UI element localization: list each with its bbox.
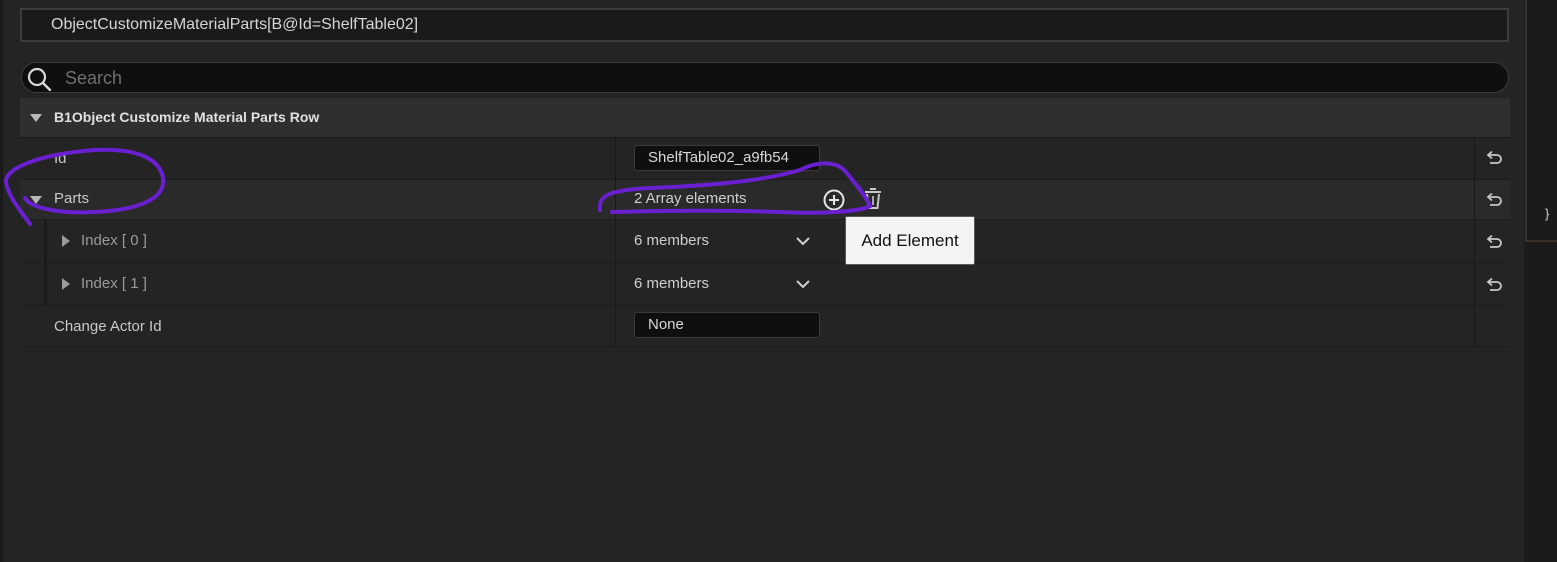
array-item-row: Index [ 0 ] 6 members <box>20 220 1510 263</box>
add-element-tooltip: Add Element <box>845 216 975 265</box>
trash-icon[interactable] <box>862 187 884 211</box>
reset-arrow-icon[interactable] <box>1485 234 1503 250</box>
category-label: B1Object Customize Material Parts Row <box>54 109 320 125</box>
array-item-row: Index [ 1 ] 6 members <box>20 263 1510 306</box>
plus-circle-icon[interactable] <box>822 188 846 212</box>
object-path-field[interactable]: ObjectCustomizeMaterialParts[B@Id=ShelfT… <box>20 8 1509 42</box>
reset-arrow-icon[interactable] <box>1485 192 1503 208</box>
array-item-value: 6 members <box>634 275 710 292</box>
chevron-down-icon[interactable] <box>795 236 811 246</box>
search-input[interactable] <box>63 65 1467 92</box>
property-label-parts: Parts <box>54 190 90 207</box>
property-row-id: Id ShelfTable02_a9fb54 <box>20 138 1510 180</box>
id-field[interactable]: ShelfTable02_a9fb54 <box>634 145 820 171</box>
chevron-down-icon[interactable] <box>795 279 811 289</box>
array-item-value: 6 members <box>634 232 710 249</box>
array-item-label: Index [ 1 ] <box>81 275 147 292</box>
category-header[interactable]: B1Object Customize Material Parts Row <box>20 98 1510 138</box>
property-row-parts: Parts 2 Array elements <box>20 180 1510 220</box>
reset-arrow-icon[interactable] <box>1485 150 1503 166</box>
search-icon <box>27 67 52 91</box>
property-row-change-actor-id: Change Actor Id None <box>20 306 1510 347</box>
side-brace: } <box>1545 206 1550 221</box>
array-count: 2 Array elements <box>634 190 747 207</box>
side-frame <box>1525 0 1557 242</box>
array-item-label: Index [ 0 ] <box>81 232 147 249</box>
property-label-change-actor-id: Change Actor Id <box>54 318 162 335</box>
triangle-right-icon[interactable] <box>61 234 71 248</box>
triangle-down-icon[interactable] <box>29 195 43 205</box>
search-bar[interactable] <box>21 62 1509 93</box>
property-label-id: Id <box>54 150 67 167</box>
reset-arrow-icon[interactable] <box>1485 277 1503 293</box>
triangle-right-icon[interactable] <box>61 277 71 291</box>
triangle-down-icon <box>30 114 42 122</box>
change-actor-id-field[interactable]: None <box>634 312 820 338</box>
